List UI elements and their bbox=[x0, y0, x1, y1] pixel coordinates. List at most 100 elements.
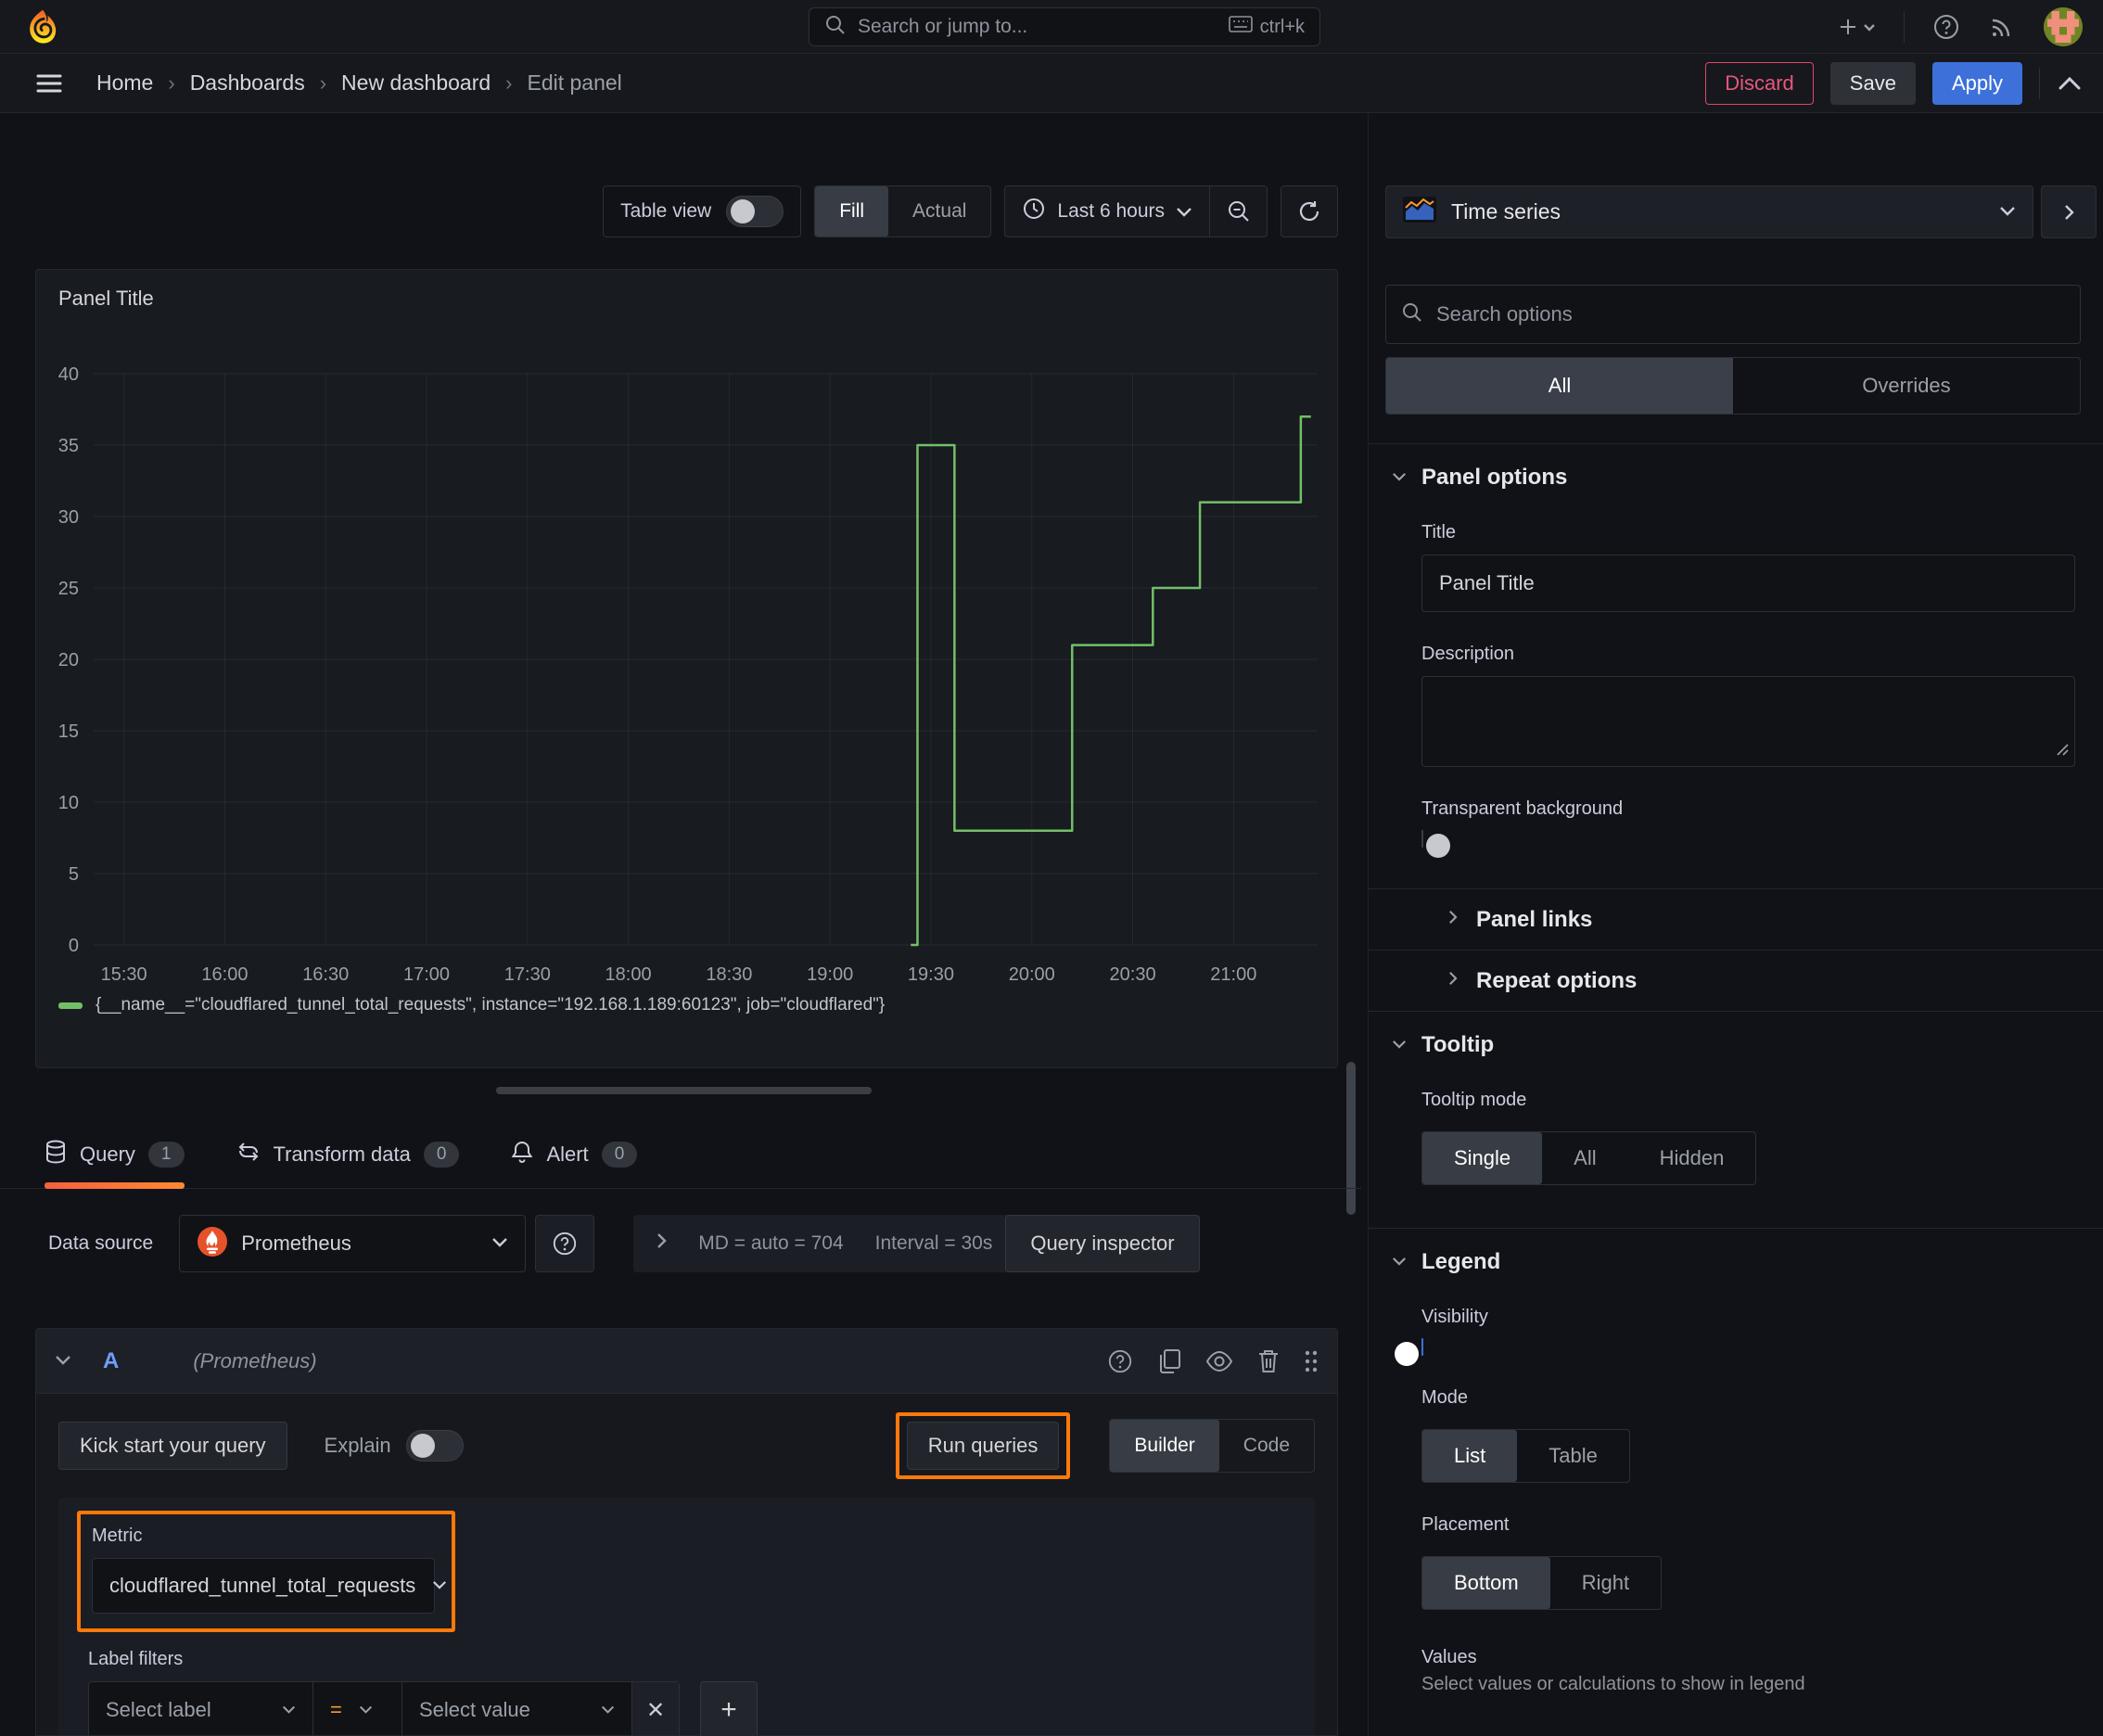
delete-query-icon[interactable] bbox=[1257, 1348, 1280, 1374]
chevron-down-icon bbox=[282, 1702, 296, 1718]
chevron-right-icon bbox=[1447, 910, 1458, 929]
svg-text:16:00: 16:00 bbox=[201, 964, 248, 985]
legend-placement-right[interactable]: Right bbox=[1550, 1557, 1661, 1609]
explain-toggle[interactable] bbox=[405, 1430, 464, 1462]
toggle-viz-suggestions-button[interactable] bbox=[2041, 185, 2097, 238]
legend-series-label[interactable]: {__name__="cloudflared_tunnel_total_requ… bbox=[96, 995, 885, 1015]
operator-dropdown[interactable]: = bbox=[313, 1682, 402, 1735]
global-search-input[interactable]: Search or jump to... ctrl+k bbox=[809, 7, 1320, 46]
fill-option[interactable]: Fill bbox=[815, 186, 889, 236]
time-range-controls: Last 6 hours bbox=[1004, 185, 1268, 237]
legend-mode-list[interactable]: List bbox=[1422, 1430, 1518, 1482]
chevron-right-icon bbox=[656, 1232, 667, 1255]
select-value-dropdown[interactable]: Select value bbox=[402, 1682, 632, 1735]
breadcrumb-home[interactable]: Home bbox=[96, 70, 153, 96]
chevron-down-icon bbox=[1999, 204, 2016, 221]
tooltip-mode-all[interactable]: All bbox=[1542, 1132, 1627, 1184]
tab-all[interactable]: All bbox=[1386, 358, 1733, 414]
code-option[interactable]: Code bbox=[1219, 1420, 1314, 1472]
svg-text:18:30: 18:30 bbox=[706, 964, 752, 985]
news-feed-icon[interactable] bbox=[1988, 13, 2016, 41]
add-filter-button[interactable]: + bbox=[700, 1681, 758, 1735]
actions-divider bbox=[2039, 67, 2040, 99]
svg-text:16:30: 16:30 bbox=[302, 964, 349, 985]
query-inspector-button[interactable]: Query inspector bbox=[1005, 1215, 1200, 1272]
svg-text:15: 15 bbox=[58, 721, 79, 742]
collapse-header-icon[interactable] bbox=[2057, 75, 2083, 92]
tab-query[interactable]: Query 1 bbox=[45, 1120, 185, 1189]
hide-query-icon[interactable] bbox=[1205, 1350, 1233, 1372]
panel-title-input[interactable] bbox=[1421, 555, 2075, 612]
description-textarea[interactable] bbox=[1421, 676, 2075, 767]
tooltip-mode-hidden[interactable]: Hidden bbox=[1628, 1132, 1756, 1184]
legend-placement-segmented: Bottom Right bbox=[1421, 1556, 1663, 1610]
breadcrumb-dashboards[interactable]: Dashboards bbox=[190, 70, 305, 96]
svg-text:10: 10 bbox=[58, 793, 79, 813]
options-filter-tabs: All Overrides bbox=[1385, 357, 2081, 415]
section-panel-links[interactable]: Panel links bbox=[1369, 888, 2103, 950]
legend-header[interactable]: Legend bbox=[1392, 1249, 2081, 1275]
query-help-icon[interactable] bbox=[1107, 1348, 1133, 1374]
search-icon bbox=[824, 14, 847, 41]
menu-icon[interactable] bbox=[35, 72, 63, 95]
refresh-button[interactable] bbox=[1281, 185, 1338, 237]
metric-select[interactable]: cloudflared_tunnel_total_requests bbox=[92, 1558, 447, 1614]
actual-option[interactable]: Actual bbox=[888, 186, 990, 236]
select-label-dropdown[interactable]: Select label bbox=[89, 1682, 313, 1735]
table-view-toggle[interactable] bbox=[726, 196, 784, 227]
chevron-right-icon bbox=[1447, 971, 1458, 990]
table-view-control: Table view bbox=[603, 185, 802, 237]
options-sections: Panel options Title Description Transpar… bbox=[1369, 443, 2103, 1719]
transparent-background-toggle[interactable] bbox=[1421, 830, 1450, 858]
kick-start-query-button[interactable]: Kick start your query bbox=[58, 1422, 287, 1470]
zoom-out-time-button[interactable] bbox=[1209, 186, 1267, 236]
tab-transform-data[interactable]: Transform data 0 bbox=[236, 1120, 460, 1189]
section-repeat-options[interactable]: Repeat options bbox=[1369, 950, 2103, 1011]
fill-actual-segmented: Fill Actual bbox=[814, 185, 992, 237]
section-legend: Legend Visibility Mode List Table Placem… bbox=[1369, 1228, 2103, 1719]
save-button[interactable]: Save bbox=[1829, 61, 1916, 105]
breadcrumb-separator: › bbox=[319, 70, 327, 95]
query-toolbar: Kick start your query Explain Run querie… bbox=[36, 1394, 1337, 1492]
help-icon[interactable] bbox=[1932, 13, 1960, 41]
time-range-picker[interactable]: Last 6 hours bbox=[1005, 197, 1209, 226]
description-label: Description bbox=[1421, 644, 1515, 664]
query-ref-id: A bbox=[103, 1347, 120, 1373]
run-queries-button[interactable]: Run queries bbox=[906, 1422, 1060, 1470]
tab-alert[interactable]: Alert 0 bbox=[511, 1120, 638, 1189]
metric-label: Metric bbox=[92, 1525, 143, 1546]
resize-grip-icon[interactable] bbox=[2056, 743, 2069, 760]
datasource-picker[interactable]: Prometheus bbox=[179, 1215, 527, 1272]
chevron-down-icon[interactable] bbox=[55, 1353, 71, 1370]
query-options-summary[interactable]: MD = auto = 704 Interval = 30s bbox=[633, 1215, 1015, 1272]
svg-text:0: 0 bbox=[69, 936, 79, 956]
grafana-logo-icon[interactable] bbox=[24, 8, 61, 45]
user-avatar[interactable] bbox=[2044, 7, 2083, 46]
panel-resize-handle[interactable] bbox=[496, 1087, 872, 1094]
duplicate-query-icon[interactable] bbox=[1157, 1348, 1181, 1374]
svg-text:25: 25 bbox=[58, 579, 79, 599]
tooltip-mode-single[interactable]: Single bbox=[1422, 1132, 1543, 1184]
remove-filter-button[interactable]: ✕ bbox=[632, 1682, 679, 1735]
drag-handle-icon[interactable] bbox=[1304, 1349, 1319, 1373]
add-new-button[interactable] bbox=[1839, 16, 1876, 38]
query-row-header[interactable]: A (Prometheus) bbox=[36, 1329, 1337, 1394]
tooltip-header[interactable]: Tooltip bbox=[1392, 1032, 2081, 1058]
legend-visibility-toggle[interactable] bbox=[1395, 1338, 1423, 1366]
legend-placement-bottom[interactable]: Bottom bbox=[1422, 1557, 1550, 1609]
legend-mode-table[interactable]: Table bbox=[1517, 1430, 1629, 1482]
datasource-help-button[interactable] bbox=[535, 1215, 595, 1272]
breadcrumb-new-dashboard[interactable]: New dashboard bbox=[341, 70, 491, 96]
prometheus-icon bbox=[197, 1226, 228, 1262]
database-icon bbox=[45, 1140, 67, 1169]
builder-option[interactable]: Builder bbox=[1110, 1420, 1219, 1472]
visualization-picker[interactable]: Time series bbox=[1385, 185, 2033, 238]
query-editor-card: A (Prometheus) Kick start your query Exp… bbox=[35, 1328, 1338, 1736]
legend-series-swatch[interactable] bbox=[58, 1002, 83, 1009]
search-icon bbox=[1401, 301, 1423, 328]
discard-button[interactable]: Discard bbox=[1705, 61, 1814, 105]
options-search-input[interactable]: Search options bbox=[1385, 285, 2081, 344]
panel-options-header[interactable]: Panel options bbox=[1392, 465, 2081, 491]
tab-overrides[interactable]: Overrides bbox=[1733, 358, 2080, 414]
apply-button[interactable]: Apply bbox=[1931, 61, 2022, 105]
